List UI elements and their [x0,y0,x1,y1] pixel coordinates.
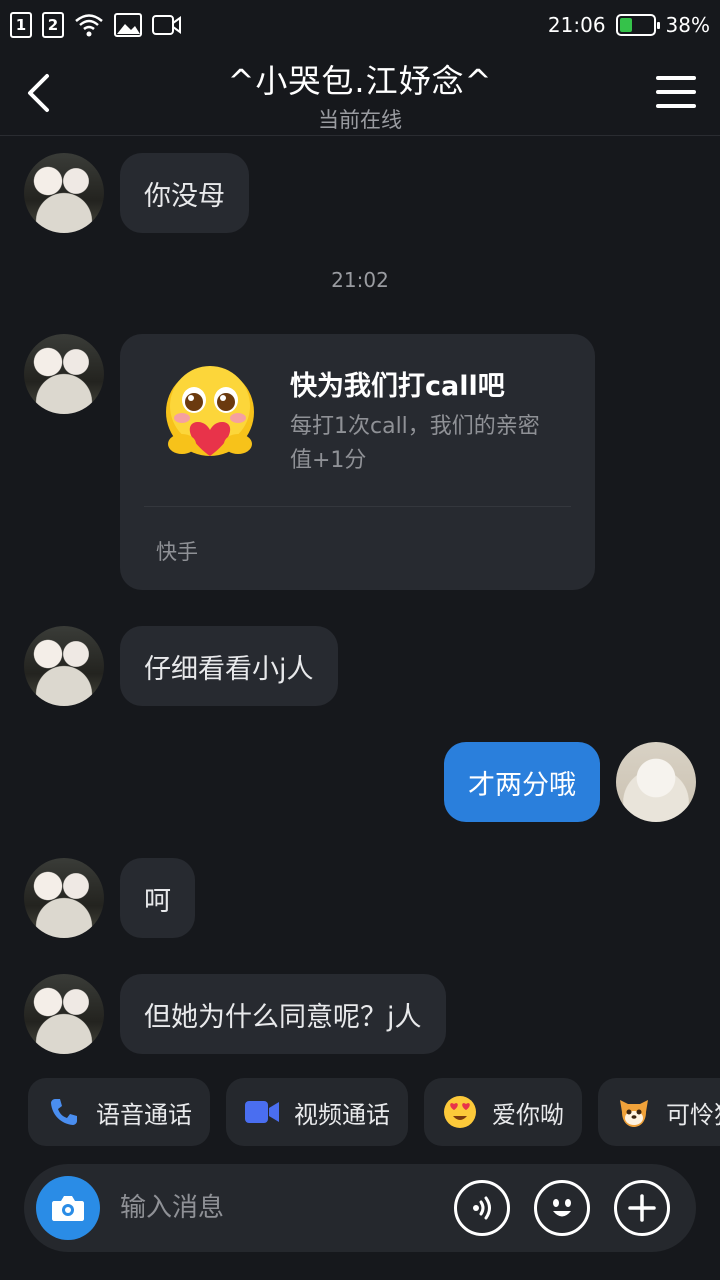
pitiful-dog-label: 可怜狗 [666,1100,720,1129]
camera-icon [52,1196,84,1221]
chat-title-block: ^小哭包.江妤念^ 当前在线 [160,56,560,134]
sound-waves-icon [473,1196,491,1220]
card-divider [144,506,571,507]
battery-level [619,18,632,32]
message-bubble[interactable]: 但她为什么同意呢？j人 [120,974,446,1054]
video-call-label: 视频通话 [294,1100,390,1129]
contact-avatar[interactable] [24,626,104,706]
card-source: 快手 [156,540,198,564]
quick-actions-row: 语音通话 视频通话 爱你呦 可怜 [28,1078,720,1146]
sim1-icon: 1 [10,12,32,38]
menu-button[interactable] [656,76,696,108]
message-bubble[interactable]: 你没母 [120,153,249,233]
smiley-icon [553,1199,571,1217]
my-avatar[interactable] [616,742,696,822]
message-bubble[interactable]: 呵 [120,858,195,938]
sent-message-bubble[interactable]: 才两分哦 [444,742,600,822]
chevron-left-icon [28,74,49,112]
sim2-icon: 2 [42,12,64,38]
pitiful-dog-sticker-button[interactable]: 可怜狗 [598,1078,720,1146]
contact-avatar[interactable] [24,974,104,1054]
message-timestamp: 21:02 [331,268,389,292]
contact-avatar[interactable] [24,334,104,414]
video-call-button[interactable]: 视频通话 [226,1078,408,1146]
card-description: 每打1次call，我们的亲密值+1分 [290,414,540,473]
voice-input-button[interactable] [454,1180,510,1236]
card-title: 快为我们打call吧 [290,371,505,402]
hugging-heart-emoji-icon [166,366,254,456]
clock: 21:06 [547,13,606,37]
video-status-icon [152,15,181,35]
love-you-sticker-button[interactable]: 爱你呦 [424,1078,582,1146]
back-button[interactable] [16,68,60,118]
heart-eyes-emoji-icon [442,1094,478,1130]
plus-icon [628,1194,656,1222]
video-camera-icon [244,1094,280,1130]
emoji-button[interactable] [534,1180,590,1236]
menu-icon-bar [656,104,696,108]
contact-avatar[interactable] [24,153,104,233]
love-you-label: 爱你呦 [492,1100,564,1129]
camera-button[interactable] [36,1176,100,1240]
message-bubble[interactable]: 仔细看看小j人 [120,626,338,706]
chat-header: ^小哭包.江妤念^ 当前在线 [0,50,720,136]
battery-percent: 38% [665,13,710,37]
chat-title: ^小哭包.江妤念^ [227,62,493,100]
message-input-bar [24,1164,696,1252]
online-status: 当前在线 [318,108,402,132]
menu-icon-bar [656,90,696,94]
dog-emoji-icon [616,1094,652,1130]
battery-icon [615,14,660,36]
wifi-icon [75,14,103,37]
contact-avatar[interactable] [24,858,104,938]
phone-icon [46,1094,82,1130]
voice-call-button[interactable]: 语音通话 [28,1078,210,1146]
more-options-button[interactable] [614,1180,670,1236]
status-bar: 1 2 21:06 38% [0,0,720,50]
image-icon [114,13,142,37]
message-input[interactable] [120,1184,440,1232]
menu-icon-bar [656,76,696,80]
voice-call-label: 语音通话 [96,1100,192,1129]
share-card[interactable]: 快为我们打call吧 每打1次call，我们的亲密值+1分 快手 [120,334,595,590]
